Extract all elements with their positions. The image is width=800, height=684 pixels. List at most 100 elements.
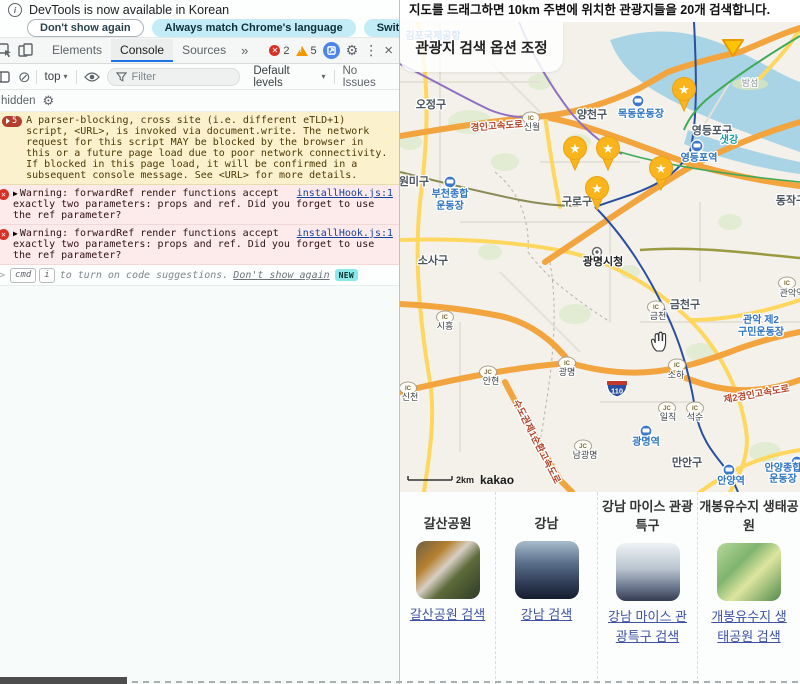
place-label: 운동장 (436, 199, 464, 212)
prompt-hint: to turn on code suggestions. (60, 270, 229, 281)
error-icon: ✕ (0, 229, 9, 240)
place-label: 안양역 (717, 474, 745, 487)
search-options-button[interactable]: 관광지 검색 옵션 조정 (400, 22, 563, 72)
place-label: 영등포역 (681, 151, 718, 164)
district-label: 동작구 (776, 193, 800, 207)
attraction-card-3: 개봉유수지 생태공원개봉유수지 생태공원 검색 (697, 492, 800, 684)
repeat-count-badge[interactable]: 5 (2, 116, 22, 127)
attraction-marker[interactable]: ★ (564, 137, 587, 171)
keycap-i: i (39, 268, 54, 283)
notification-text: DevTools is now available in Korean (29, 3, 229, 17)
levels-selector[interactable]: Default levels▾ (250, 65, 328, 89)
district-label: 양천구 (577, 107, 607, 121)
district-label: 원미구 (400, 174, 429, 188)
error-icon: ✕ (0, 189, 9, 200)
svg-text:석수: 석수 (687, 412, 704, 422)
error-count[interactable]: ✕2 (269, 45, 289, 57)
console-message[interactable]: ✕installHook.js:1▶Warning: forwardRef re… (0, 185, 399, 225)
place-label: 목동운동장 (618, 107, 665, 120)
card-search-link[interactable]: 강남 검색 (521, 605, 572, 625)
more-tabs-icon[interactable]: » (235, 43, 254, 58)
attraction-marker[interactable]: ★ (597, 137, 620, 171)
gear-icon[interactable]: ⚙ (43, 93, 55, 109)
warning-count[interactable]: 5 (296, 45, 317, 57)
notification-button-1[interactable]: Always match Chrome's language (152, 19, 356, 37)
svg-text:★: ★ (678, 82, 690, 97)
svg-text:110: 110 (611, 387, 623, 396)
station-icon (640, 425, 652, 437)
keycap-cmd: cmd (10, 268, 36, 283)
scale-bar (408, 476, 452, 480)
svg-text:금천: 금천 (650, 311, 667, 321)
tab-console[interactable]: Console (111, 39, 173, 62)
place-label: 광명역 (632, 435, 660, 448)
source-link[interactable]: installHook.js:1 (297, 228, 393, 239)
station-icon (723, 464, 735, 476)
svg-text:관악역: 관악역 (780, 287, 800, 298)
filter-input[interactable]: Filter (107, 68, 241, 86)
svg-text:남광명: 남광명 (573, 449, 598, 460)
place-label: 안양종합 (765, 461, 800, 474)
dont-show-again-link[interactable]: Don't show again (233, 270, 329, 281)
error-icon: ✕ (269, 45, 280, 56)
attraction-card-2: 강남 마이스 관광특구강남 마이스 관광특구 검색 (597, 492, 697, 684)
svg-text:★: ★ (655, 161, 667, 176)
console-message[interactable]: 5A parser-blocking, cross site (i.e. dif… (0, 112, 399, 185)
warning-icon (296, 46, 308, 56)
screen: i DevTools is now available in Korean Do… (0, 0, 800, 684)
card-search-link[interactable]: 개봉유수지 생태공원 검색 (707, 607, 791, 647)
svg-text:★: ★ (591, 181, 603, 196)
hidden-label: hidden (1, 95, 36, 107)
district-label: 소사구 (418, 253, 448, 267)
card-search-link[interactable]: 갈산공원 검색 (410, 605, 485, 625)
district-label: 오정구 (416, 97, 446, 111)
clear-console-icon[interactable]: ⊘ (18, 68, 31, 86)
road-label: 수도권제1순환고속도로 (510, 398, 563, 486)
devtools-notification: i DevTools is now available in Korean Do… (0, 0, 399, 38)
place-label: 신천 (402, 392, 419, 402)
notification-button-2[interactable]: Switch DevTo (364, 19, 399, 37)
card-image (416, 541, 480, 599)
hidden-messages-row: hidden ⚙ (0, 90, 399, 112)
scale-label: 2km (456, 475, 474, 485)
place-label: 부천종합 (432, 187, 470, 200)
chevron-down-icon: ▾ (64, 72, 68, 81)
attraction-card-1: 강남강남 검색 (495, 492, 597, 684)
settings-gear-icon[interactable]: ⚙ (346, 42, 359, 59)
station-icon (632, 95, 644, 107)
context-selector[interactable]: top▾ (42, 71, 71, 83)
more-options-icon[interactable]: ⋮ (364, 42, 378, 59)
svg-text:소하: 소하 (668, 370, 685, 380)
attraction-cards: 갈산공원갈산공원 검색강남강남 검색강남 마이스 관광특구강남 마이스 관광특구… (400, 492, 800, 684)
eye-icon[interactable] (82, 67, 102, 87)
device-toolbar-icon[interactable] (15, 41, 35, 61)
place-label: 관악 제2 (743, 313, 779, 326)
attraction-card-0: 갈산공원갈산공원 검색 (400, 492, 495, 684)
feedback-badge-icon[interactable] (323, 42, 340, 59)
map-panel: 지도를 드래그하면 10km 주변에 위치한 관광지들을 20개 검색합니다. (400, 0, 800, 684)
card-search-link[interactable]: 강남 마이스 관광특구 검색 (606, 607, 690, 647)
highway-shield-110: 110 (607, 381, 627, 397)
bottom-bar (0, 677, 127, 684)
map-instruction: 지도를 드래그하면 10km 주변에 위치한 관광지들을 20개 검색합니다. (400, 0, 800, 22)
console-message[interactable]: ✕installHook.js:1▶Warning: forwardRef re… (0, 225, 399, 265)
issues-link[interactable]: No Issues (339, 65, 399, 89)
tab-elements[interactable]: Elements (43, 39, 111, 62)
console-sidebar-icon[interactable] (0, 67, 13, 87)
card-image (616, 543, 680, 601)
console-messages: 5A parser-blocking, cross site (i.e. dif… (0, 112, 399, 265)
svg-text:시흥: 시흥 (437, 320, 454, 331)
map-canvas[interactable]: IC신월IC시흥IC금천IC관악역JC안현IC광명IC소하JC일직IC석수JC남… (400, 22, 800, 492)
close-devtools-icon[interactable]: × (384, 42, 393, 59)
place-label: 밤섬 (742, 78, 759, 88)
source-link[interactable]: installHook.js:1 (297, 188, 393, 199)
svg-text:IC: IC (784, 281, 791, 287)
console-prompt[interactable]: > cmdi to turn on code suggestions. Don'… (0, 265, 399, 286)
notification-button-0[interactable]: Don't show again (27, 19, 144, 37)
place-label: 운동장 (769, 472, 797, 485)
prompt-chevron-icon: > (0, 270, 5, 281)
inspect-element-icon[interactable] (0, 41, 15, 61)
place-label: 광명시청 (583, 254, 623, 268)
hand-cursor (651, 332, 665, 351)
tab-sources[interactable]: Sources (173, 39, 235, 62)
